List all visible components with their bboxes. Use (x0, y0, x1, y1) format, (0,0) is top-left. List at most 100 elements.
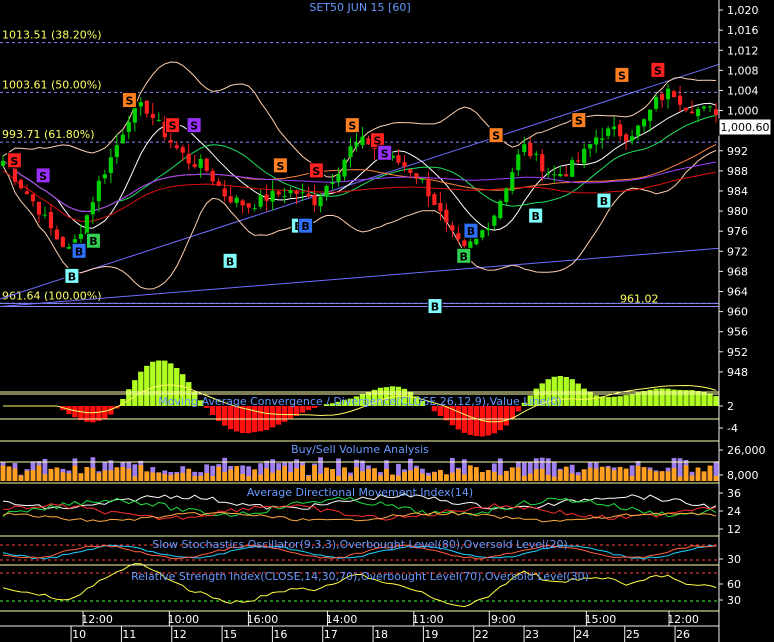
fib-label: 1003.61 (50.00%) (2, 78, 102, 91)
volume-sell-bar (593, 468, 599, 481)
candle-body (336, 174, 341, 182)
time-label: 15:00 (585, 613, 617, 626)
volume-sell-bar (599, 466, 605, 481)
candle-body (312, 195, 317, 206)
volume-sell-bar (695, 467, 701, 481)
volume-sell-bar (420, 473, 425, 481)
volume-sell-bar (198, 475, 204, 481)
buy-signal: B (71, 242, 87, 259)
candle-body (695, 109, 701, 117)
volume-sell-bar (653, 471, 659, 481)
candle-body (630, 136, 635, 141)
candle-body (396, 155, 401, 163)
panel-tick-label: 12 (727, 523, 741, 536)
volume-sell-bar (162, 474, 168, 481)
signal-letter: S (654, 64, 662, 77)
volume-sell-bar (701, 471, 707, 481)
volume-sell-bar (575, 475, 581, 481)
candle-body (294, 191, 299, 194)
candle-body (186, 153, 191, 164)
day-label: 18 (374, 628, 388, 641)
volume-sell-bar (48, 468, 54, 481)
volume-sell-bar (426, 475, 431, 481)
volume-sell-bar (689, 475, 695, 481)
candle-body (66, 246, 72, 249)
candle-body (240, 200, 245, 206)
sell-signal: S (614, 66, 630, 83)
volume-sell-bar (659, 471, 665, 481)
volume-sell-bar (491, 471, 497, 481)
candle-body (54, 229, 60, 240)
day-label: 10 (72, 628, 86, 641)
day-label: 22 (475, 628, 489, 641)
volume-sell-bar (42, 474, 48, 481)
signal-letter: S (348, 120, 356, 133)
candle-body (324, 185, 329, 197)
candle-body (216, 181, 221, 186)
volume-sell-bar (372, 468, 377, 481)
volume-sell-bar (216, 466, 222, 481)
candle-body (558, 174, 563, 177)
volume-sell-bar (617, 466, 623, 481)
volume-sell-bar (521, 475, 527, 481)
day-label: 11 (122, 628, 136, 641)
price-tick-label: 976 (727, 225, 748, 238)
volume-sell-bar (60, 472, 66, 481)
volume-sell-bar (108, 470, 114, 481)
sell-signal: S (272, 157, 288, 174)
volume-sell-bar (150, 472, 156, 481)
candle-body (647, 109, 653, 121)
volume-sell-bar (557, 470, 563, 481)
candle-body (18, 179, 24, 189)
volume-sell-bar (306, 475, 311, 481)
volume-sell-bar (300, 465, 305, 481)
volume-sell-bar (611, 470, 617, 481)
candle-body (432, 194, 437, 206)
signal-letter: B (467, 225, 475, 238)
volume-sell-bar (36, 465, 42, 481)
day-label: 19 (424, 628, 438, 641)
volume-sell-bar (144, 471, 150, 481)
day-label: 24 (575, 628, 589, 641)
panel-title: Buy/Sell Volume Analysis (291, 443, 429, 456)
panel-title: Slow Stochastics Oscillator(9,3,3),Overb… (152, 538, 568, 551)
candle-body (444, 209, 449, 223)
panel-tick-label: 36 (727, 487, 741, 500)
candle-body (36, 201, 42, 215)
candle-body (426, 179, 431, 197)
candle-body (606, 128, 611, 136)
candle-body (600, 138, 605, 140)
volume-sell-bar (12, 468, 18, 481)
day-label: 23 (525, 628, 539, 641)
volume-sell-bar (168, 475, 174, 481)
fib-label: 993.71 (61.80%) (2, 128, 95, 141)
candle-body (132, 106, 137, 123)
price-tick-label: 972 (727, 245, 748, 258)
volume-sell-bar (288, 472, 293, 481)
volume-sell-bar (276, 470, 282, 481)
candle-body (516, 154, 521, 171)
volume-sell-bar (527, 473, 533, 481)
sell-signal: S (186, 117, 202, 134)
candle-body (360, 136, 365, 145)
candle-body (234, 197, 239, 203)
signal-letter: S (39, 170, 47, 183)
candle-body (228, 196, 233, 203)
volume-sell-bar (414, 467, 419, 481)
volume-sell-bar (497, 474, 503, 481)
candle-body (0, 160, 6, 166)
day-label: 17 (324, 628, 338, 641)
candle-body (582, 148, 587, 164)
volume-sell-bar (605, 467, 611, 481)
candle-body (144, 100, 149, 114)
fib-label: 961.64 (100.00%) (2, 289, 102, 302)
panel-tick-label: 24 (727, 505, 741, 518)
candle-body (522, 144, 527, 153)
candle-body (671, 91, 677, 98)
support-label: 961.02 (620, 292, 659, 305)
volume-sell-bar (66, 473, 72, 481)
signal-letter: B (75, 245, 83, 258)
signal-letter: B (460, 250, 468, 263)
volume-sell-bar (234, 466, 240, 481)
candle-body (252, 208, 257, 210)
